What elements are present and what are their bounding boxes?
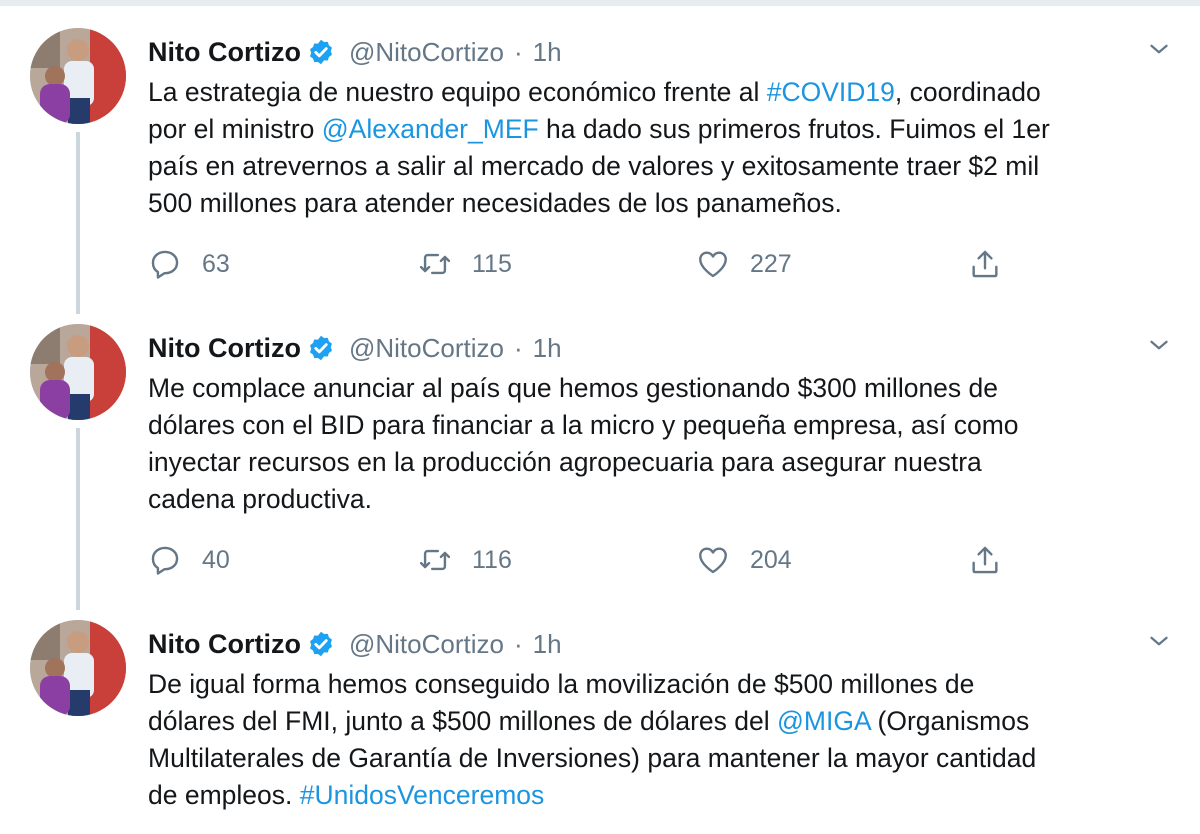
tweet-3[interactable]: Nito Cortizo @NitoCortizo · 1h De igual …: [0, 620, 1200, 834]
retweet-count: 115: [472, 249, 512, 278]
tweet-text: Me complace anunciar al país que hemos g…: [148, 370, 1158, 518]
separator-dot: ·: [513, 628, 523, 659]
chevron-down-icon[interactable]: [1146, 36, 1172, 62]
verified-badge-icon: [310, 39, 332, 65]
reply-icon: [151, 546, 179, 575]
avatar[interactable]: [30, 324, 126, 420]
retweet-count: 116: [472, 545, 512, 574]
share-button[interactable]: [968, 244, 1002, 284]
heart-icon: [699, 251, 727, 278]
share-icon: [972, 250, 998, 278]
hashtag-link[interactable]: #COVID19: [767, 77, 895, 107]
tweet-text: De igual forma hemos conseguido la movil…: [148, 666, 1158, 814]
verified-badge-icon: [310, 335, 332, 361]
tweet-text: La estrategia de nuestro equipo económic…: [148, 74, 1158, 222]
author-name[interactable]: Nito Cortizo: [148, 333, 301, 364]
author-handle[interactable]: @NitoCortizo: [349, 37, 504, 68]
reply-count: 40: [202, 545, 230, 574]
thread-connector: [76, 428, 80, 610]
mention-link[interactable]: @MIGA: [777, 706, 870, 736]
action-bar: 40 116 204: [148, 540, 1028, 580]
chevron-down-icon[interactable]: [1146, 628, 1172, 654]
hashtag-link[interactable]: #UnidosVenceremos: [300, 780, 545, 810]
like-button[interactable]: 204: [696, 540, 792, 580]
retweet-icon: [419, 253, 451, 275]
timestamp[interactable]: 1h: [533, 629, 562, 660]
reply-button[interactable]: 40: [148, 540, 230, 580]
retweet-button[interactable]: 116: [418, 540, 512, 580]
reply-count: 63: [202, 249, 230, 278]
retweet-button[interactable]: 115: [418, 244, 512, 284]
share-button[interactable]: [968, 540, 1002, 580]
text-segment: Me complace anunciar al país que hemos g…: [148, 373, 1019, 514]
author-handle[interactable]: @NitoCortizo: [349, 629, 504, 660]
author-handle[interactable]: @NitoCortizo: [349, 333, 504, 364]
tweet-2[interactable]: Nito Cortizo @NitoCortizo · 1h Me compla…: [0, 324, 1200, 614]
mention-link[interactable]: @Alexander_MEF: [322, 114, 539, 144]
separator-dot: ·: [513, 36, 523, 67]
chevron-down-icon[interactable]: [1146, 332, 1172, 358]
author-name[interactable]: Nito Cortizo: [148, 37, 301, 68]
reply-icon: [151, 250, 179, 279]
text-segment: La estrategia de nuestro equipo económic…: [148, 77, 767, 107]
heart-icon: [699, 547, 727, 574]
author-name[interactable]: Nito Cortizo: [148, 629, 301, 660]
thread-connector: [76, 132, 80, 314]
verified-badge-icon: [310, 631, 332, 657]
share-icon: [972, 546, 998, 574]
avatar[interactable]: [30, 28, 126, 124]
timestamp[interactable]: 1h: [533, 333, 562, 364]
reply-button[interactable]: 63: [148, 244, 230, 284]
avatar[interactable]: [30, 620, 126, 716]
action-bar: 63 115 227: [148, 244, 1028, 284]
tweet-1[interactable]: Nito Cortizo @NitoCortizo · 1h La estrat…: [0, 28, 1200, 318]
timestamp[interactable]: 1h: [533, 37, 562, 68]
top-divider: [0, 0, 1200, 6]
like-count: 204: [750, 545, 792, 574]
like-button[interactable]: 227: [696, 244, 792, 284]
separator-dot: ·: [513, 332, 523, 363]
like-count: 227: [750, 249, 792, 278]
retweet-icon: [419, 549, 451, 571]
